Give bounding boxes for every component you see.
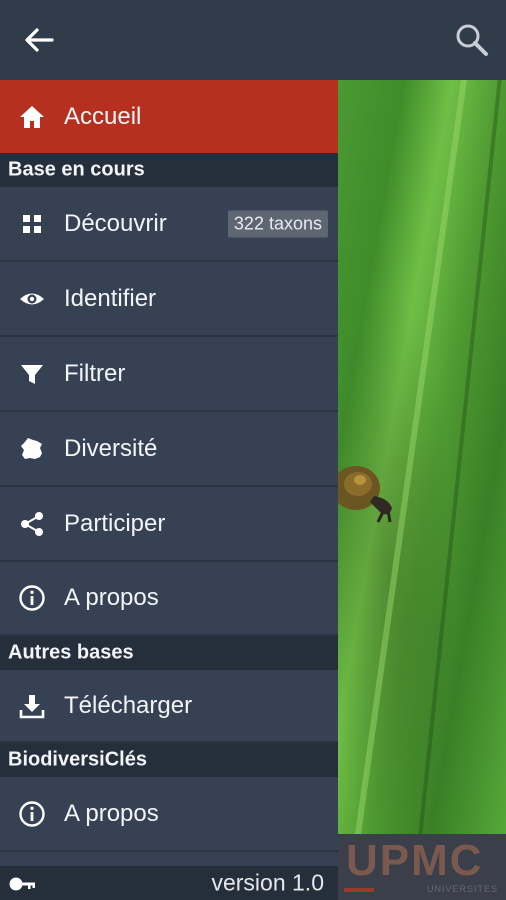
taxon-count-badge: 322 taxons bbox=[227, 210, 328, 237]
drawer-item-home[interactable]: Accueil bbox=[0, 80, 338, 153]
info-icon bbox=[19, 800, 45, 827]
background-photo bbox=[334, 80, 506, 834]
drawer-item-about-app-label: A propos bbox=[64, 799, 159, 827]
france-map-icon bbox=[21, 437, 42, 459]
section-header-current-label: Base en cours bbox=[8, 158, 145, 181]
section-header-other-label: Autres bases bbox=[8, 641, 134, 664]
drawer-item-home-label: Accueil bbox=[64, 102, 142, 130]
upmc-logo: UPMC UNIVERSITES bbox=[338, 834, 506, 900]
key-icon bbox=[9, 877, 35, 891]
drawer-item-participate[interactable]: Participer bbox=[0, 487, 338, 562]
version-label: version 1.0 bbox=[211, 869, 324, 896]
snail-image bbox=[334, 466, 392, 523]
section-header-app: BiodiversiClés bbox=[0, 743, 338, 777]
home-icon bbox=[20, 105, 44, 128]
grid-icon bbox=[23, 214, 41, 233]
section-header-app-label: BiodiversiClés bbox=[8, 748, 147, 771]
drawer-item-diversity-label: Diversité bbox=[64, 434, 158, 462]
search-icon[interactable] bbox=[454, 22, 490, 58]
section-header-other: Autres bases bbox=[0, 636, 338, 670]
drawer-item-filter[interactable]: Filtrer bbox=[0, 337, 338, 412]
arrow-left-icon[interactable] bbox=[22, 24, 56, 56]
drawer-item-identify-label: Identifier bbox=[64, 284, 157, 312]
app-bar bbox=[0, 0, 506, 80]
drawer-item-about-base-label: A propos bbox=[64, 584, 159, 611]
filter-icon bbox=[21, 364, 43, 384]
drawer-item-about-base[interactable]: A propos bbox=[0, 562, 338, 636]
drawer-item-download-label: Télécharger bbox=[64, 691, 193, 719]
drawer-item-diversity[interactable]: Diversité bbox=[0, 412, 338, 487]
download-icon bbox=[19, 694, 45, 718]
drawer-item-download[interactable]: Télécharger bbox=[0, 670, 338, 743]
drawer-item-discover-label: Découvrir bbox=[64, 209, 167, 237]
drawer-item-discover[interactable]: Découvrir 322 taxons bbox=[0, 187, 338, 262]
eye-icon bbox=[20, 293, 44, 304]
navigation-drawer: Accueil Base en cours Découvrir 322 taxo… bbox=[0, 80, 338, 900]
upmc-logo-subtext: UNIVERSITES bbox=[426, 884, 498, 894]
drawer-footer: version 1.0 bbox=[0, 866, 338, 900]
drawer-item-about-app[interactable]: A propos bbox=[0, 777, 338, 852]
upmc-logo-text: UPMC bbox=[346, 836, 484, 885]
info-icon bbox=[19, 585, 45, 611]
section-header-current: Base en cours bbox=[0, 153, 338, 187]
share-icon bbox=[21, 511, 43, 536]
drawer-item-filter-label: Filtrer bbox=[64, 359, 126, 387]
drawer-item-identify[interactable]: Identifier bbox=[0, 262, 338, 337]
drawer-item-participate-label: Participer bbox=[64, 509, 166, 537]
